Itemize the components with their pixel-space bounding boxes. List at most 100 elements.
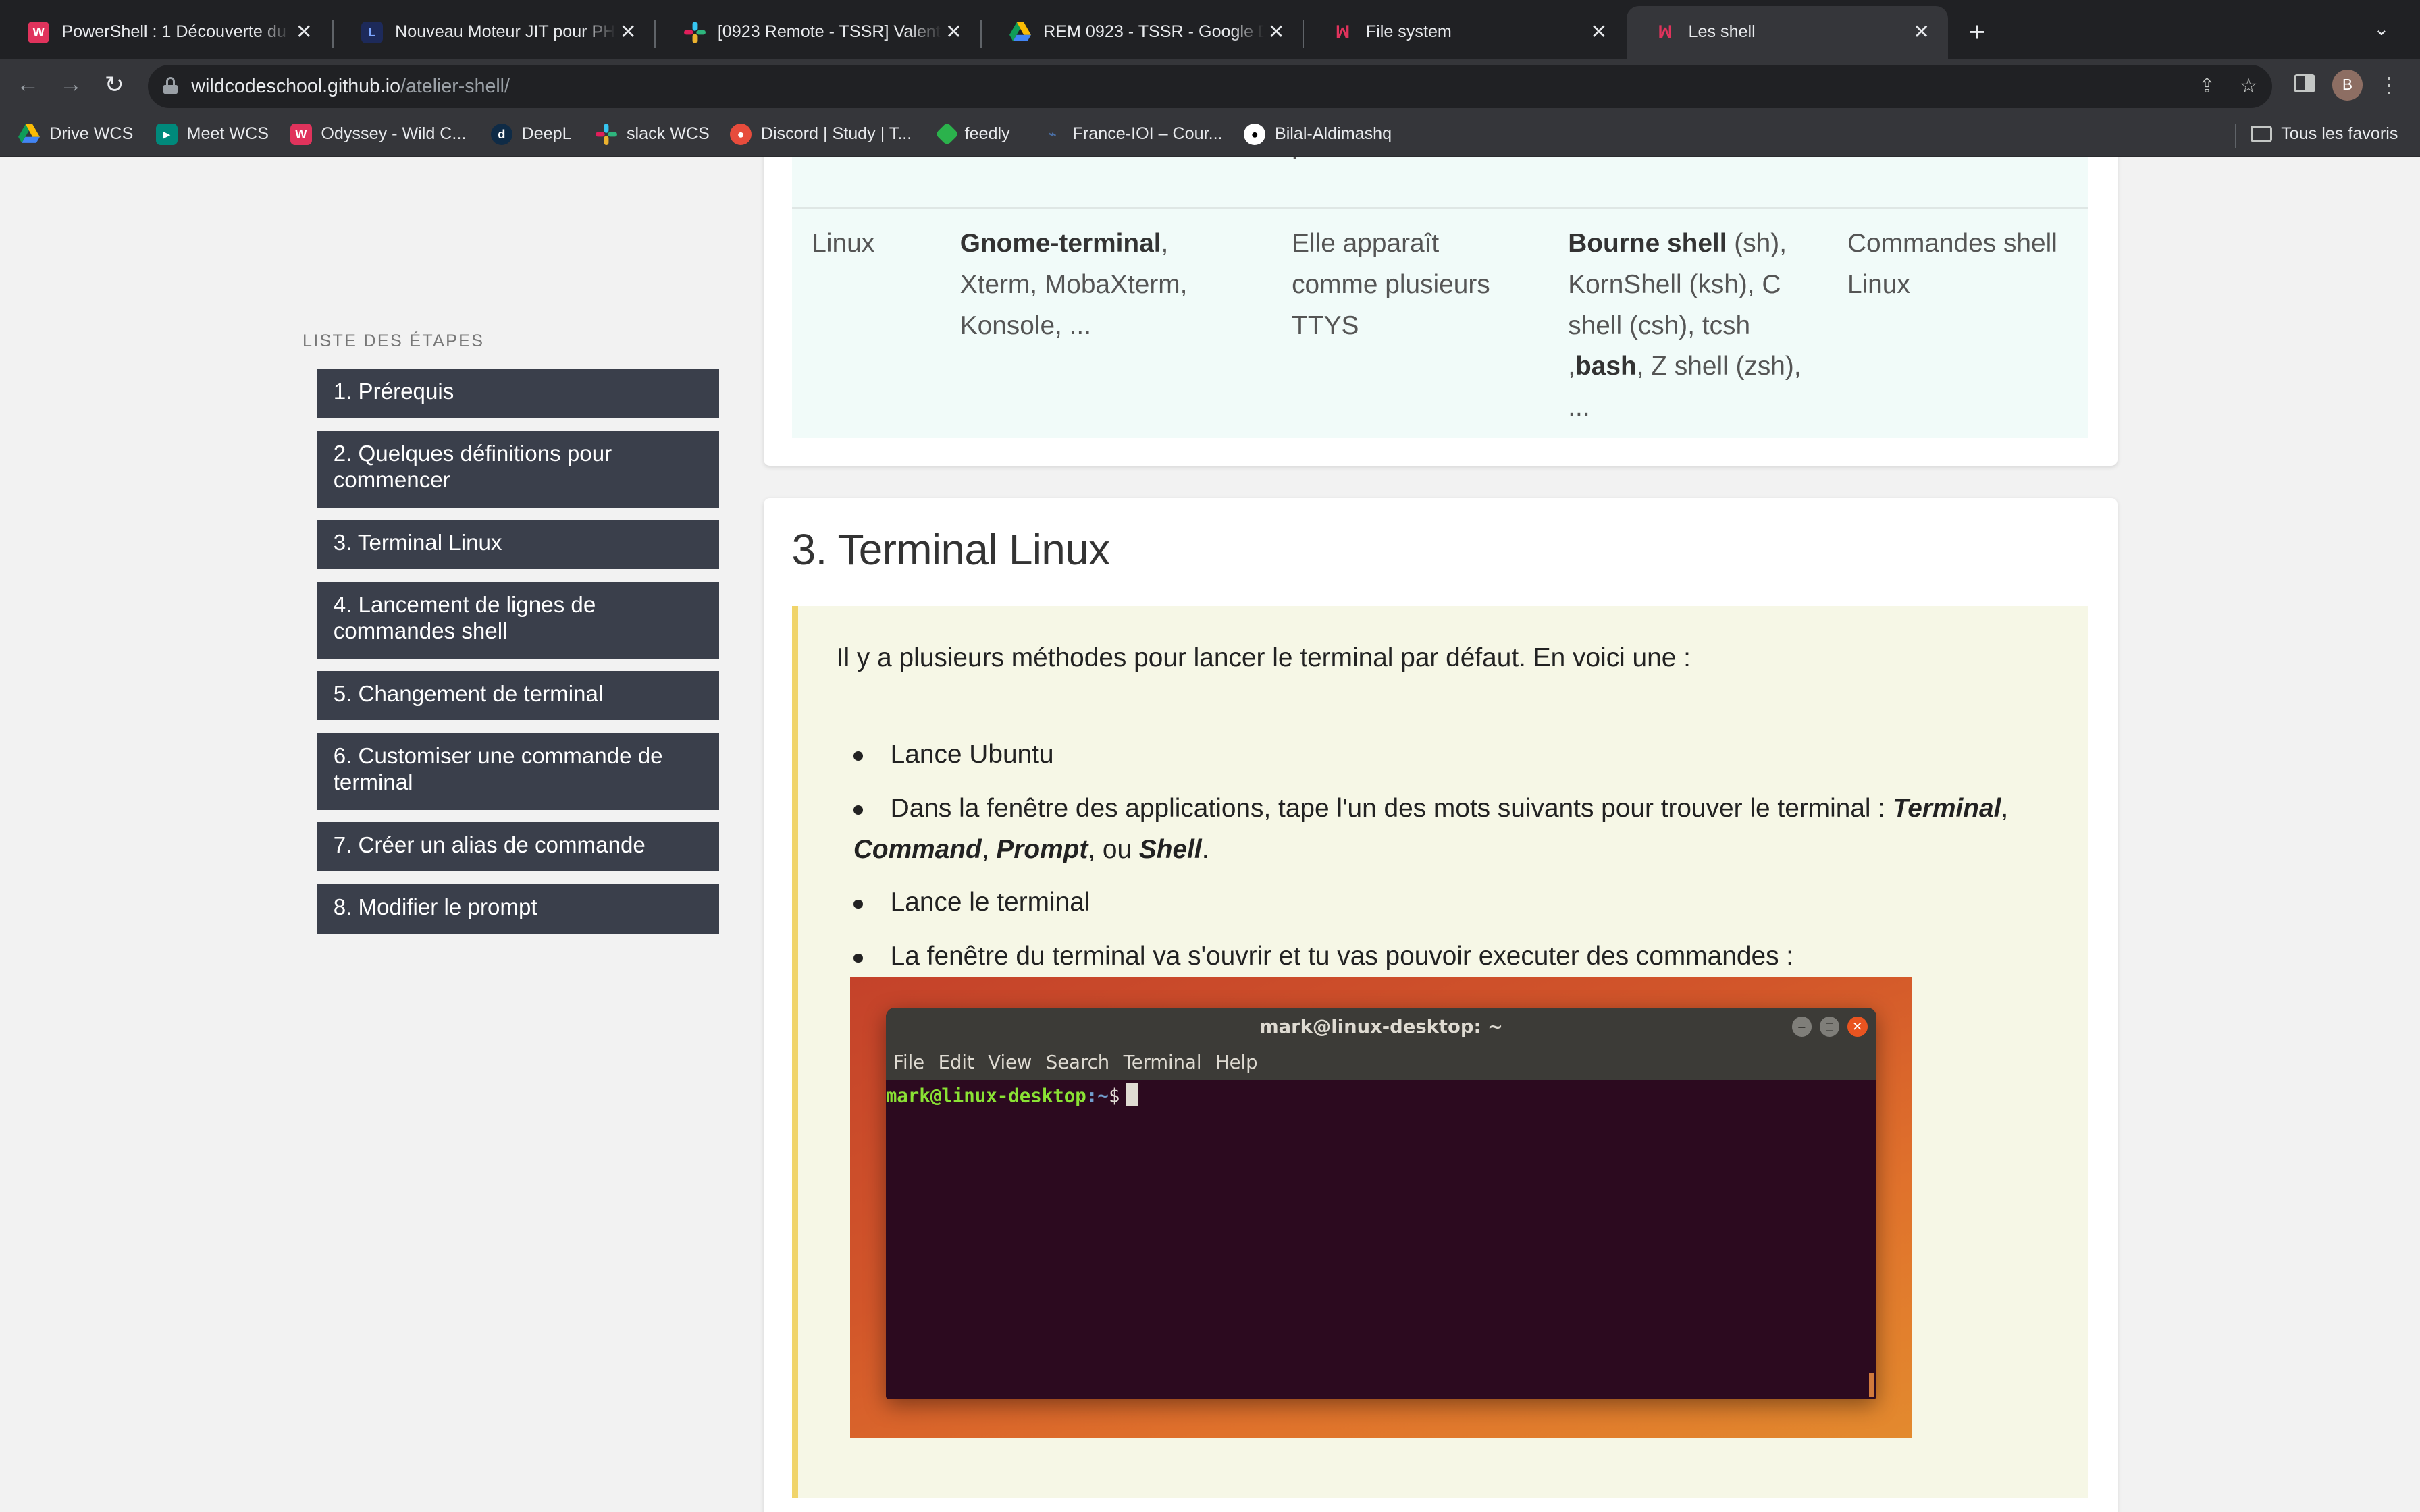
tab-title: Les shell	[1688, 22, 1756, 42]
bookmark-deepl[interactable]: d DeepL	[490, 120, 572, 148]
instructions-note: Il y a plusieurs méthodes pour lancer le…	[791, 606, 2088, 1498]
table-cell-appearance: Elle apparaît comme plusieurs TTYS	[1292, 229, 1490, 340]
bookmark-label: Meet WCS	[186, 124, 269, 144]
bookmark-feedly[interactable]: feedly	[935, 120, 1010, 148]
terminal-menubar: File Edit View Search Terminal Help	[885, 1046, 1877, 1080]
tab-title: REM 0923 - TSSR - Google Drive	[1043, 22, 1264, 42]
bookmark-label: Bilal-Aldimashq	[1274, 124, 1392, 144]
step-link-1[interactable]: 1. Prérequis	[316, 369, 720, 418]
close-icon[interactable]: ✕	[616, 20, 641, 45]
bookmark-odyssey[interactable]: W Odyssey - Wild C...	[290, 120, 467, 148]
forward-icon[interactable]: →	[55, 70, 86, 101]
bookmark-discord[interactable]: ● Discord | Study | T...	[730, 120, 912, 148]
back-icon[interactable]: ←	[12, 70, 43, 101]
tab-bar: W PowerShell : 1 Découverte du langage ✕…	[0, 0, 2420, 59]
tab-les-shell[interactable]: ꟽ Les shell ✕	[1627, 6, 1948, 59]
separator: , ou	[1088, 834, 1139, 864]
wcs-icon: ꟽ	[1335, 22, 1350, 42]
step-link-5[interactable]: 5. Changement de terminal	[316, 671, 720, 721]
lock-icon[interactable]	[163, 77, 178, 94]
table-cell-os: Linux	[812, 229, 875, 259]
slack-icon	[683, 22, 706, 43]
tab-powershell[interactable]: W PowerShell : 1 Découverte du langage ✕	[0, 6, 330, 59]
tab-file-system[interactable]: ꟽ File system ✕	[1304, 6, 1625, 59]
bullet	[853, 805, 863, 815]
folder-icon	[2250, 126, 2272, 143]
google-drive-icon	[1009, 22, 1031, 43]
bookmark-github[interactable]: ● Bilal-Aldimashq	[1244, 120, 1392, 148]
table-cell-shells: Bourne shell (sh), KornShell (ksh), C sh…	[1568, 223, 1815, 428]
step-link-8[interactable]: 8. Modifier le prompt	[316, 884, 720, 934]
step-link-4[interactable]: 4. Lancement de lignes de commandes shel…	[316, 581, 720, 659]
list-item: Lance le terminal	[853, 882, 2042, 923]
all-bookmarks-button[interactable]: Tous les favoris	[2250, 120, 2398, 148]
tab-google-drive[interactable]: REM 0923 - TSSR - Google Drive ✕	[982, 6, 1303, 59]
step-link-6[interactable]: 6. Customiser une commande de terminal	[316, 732, 720, 810]
url-path: /atelier-shell/	[400, 75, 510, 97]
maximize-icon: □	[1819, 1017, 1840, 1037]
bookmark-label: DeepL	[521, 124, 572, 144]
close-icon[interactable]: ✕	[1909, 20, 1934, 45]
prompt-symbol: $	[1108, 1085, 1120, 1106]
url-text[interactable]: wildcodeschool.github.io/atelier-shell/	[191, 76, 510, 98]
section-title: 3. Terminal Linux	[791, 525, 1111, 574]
france-ioi-icon: ⌁	[1049, 126, 1057, 141]
tab-title: Nouveau Moteur JIT pour PHP 8	[395, 22, 616, 42]
step-link-7[interactable]: 7. Créer un alias de commande	[316, 822, 720, 872]
avatar[interactable]: B	[2332, 69, 2363, 101]
terminal-name-bold: Gnome-terminal	[959, 229, 1161, 259]
github-icon: ●	[1244, 123, 1266, 145]
wcs-icon: W	[28, 22, 50, 43]
bookmark-meet-wcs[interactable]: ▸ Meet WCS	[155, 120, 269, 148]
list-item: La fenêtre du terminal va s'ouvrir et tu…	[853, 936, 2042, 977]
new-tab-button[interactable]: +	[1960, 16, 1994, 49]
bullet	[853, 899, 863, 909]
address-bar[interactable]: wildcodeschool.github.io/atelier-shell/ …	[148, 64, 2272, 108]
terminal-menu-search: Search	[1045, 1052, 1110, 1074]
bookmark-label: feedly	[964, 124, 1010, 144]
close-icon[interactable]: ✕	[292, 20, 317, 45]
bookmark-france-ioi[interactable]: ⌁ France-IOI – Cour...	[1042, 120, 1223, 148]
bookmarks-bar: Drive WCS ▸ Meet WCS W Odyssey - Wild C.…	[0, 111, 2420, 158]
shell-name-bold: Bourne shell	[1568, 229, 1727, 259]
shells-table: processus ConHost Linux Gnome-terminal, …	[791, 157, 2088, 439]
bookmark-label: Odyssey - Wild C...	[321, 124, 467, 144]
list-item-text: Lance Ubuntu	[890, 739, 1054, 769]
share-icon[interactable]: ⇪	[2194, 74, 2219, 99]
step-link-3[interactable]: 3. Terminal Linux	[316, 520, 720, 570]
separator: ,	[2001, 793, 2009, 823]
bookmark-label: France-IOI – Cour...	[1072, 124, 1223, 144]
table-cell-terminals: Gnome-terminal, Xterm, MobaXterm, Konsol…	[960, 223, 1238, 346]
list-item-text: Lance le terminal	[890, 888, 1090, 917]
chevron-down-icon[interactable]: ⌄	[2373, 18, 2389, 40]
list-item-text: Dans la fenêtre des applications, tape l…	[853, 788, 2042, 870]
close-icon[interactable]: ✕	[1587, 20, 1612, 45]
list-item-text: La fenêtre du terminal va s'ouvrir et tu…	[890, 942, 1794, 971]
step-link-2[interactable]: 2. Quelques définitions pour commencer	[316, 430, 720, 508]
list-item: Dans la fenêtre des applications, tape l…	[853, 788, 2042, 870]
bookmark-drive-wcs[interactable]: Drive WCS	[18, 120, 133, 148]
more-menu-icon[interactable]: ⋮	[2377, 70, 2402, 101]
tab-slack[interactable]: [0923 Remote - TSSR] Valentin ✕	[656, 6, 980, 59]
separator: .	[1201, 834, 1209, 864]
side-panel-icon[interactable]	[2293, 74, 2315, 93]
bookmarks-divider	[2234, 123, 2236, 148]
browser-chrome: W PowerShell : 1 Découverte du langage ✕…	[0, 0, 2420, 158]
bullet	[853, 953, 863, 963]
terminal-titlebar: mark@linux-desktop: ~	[885, 1007, 1877, 1046]
url-host: wildcodeschool.github.io	[191, 75, 401, 97]
star-icon[interactable]: ☆	[2236, 74, 2261, 99]
table-row-divider	[791, 207, 2088, 209]
close-icon[interactable]: ✕	[941, 20, 966, 45]
bookmark-slack[interactable]: slack WCS	[596, 120, 710, 148]
tab-title: File system	[1365, 22, 1452, 42]
terminal-prompt: mark@linux-desktop:~$	[886, 1083, 1138, 1106]
close-icon[interactable]: ✕	[1264, 20, 1289, 45]
tab-php-jit[interactable]: L Nouveau Moteur JIT pour PHP 8 ✕	[334, 6, 654, 59]
google-meet-icon: ▸	[155, 123, 178, 145]
reload-icon[interactable]: ↻	[99, 70, 130, 101]
terminal-scrollbar	[1868, 1373, 1874, 1397]
text-cursor	[1126, 1083, 1138, 1106]
close-icon: ✕	[1847, 1017, 1868, 1037]
term-shell: Shell	[1138, 834, 1202, 864]
